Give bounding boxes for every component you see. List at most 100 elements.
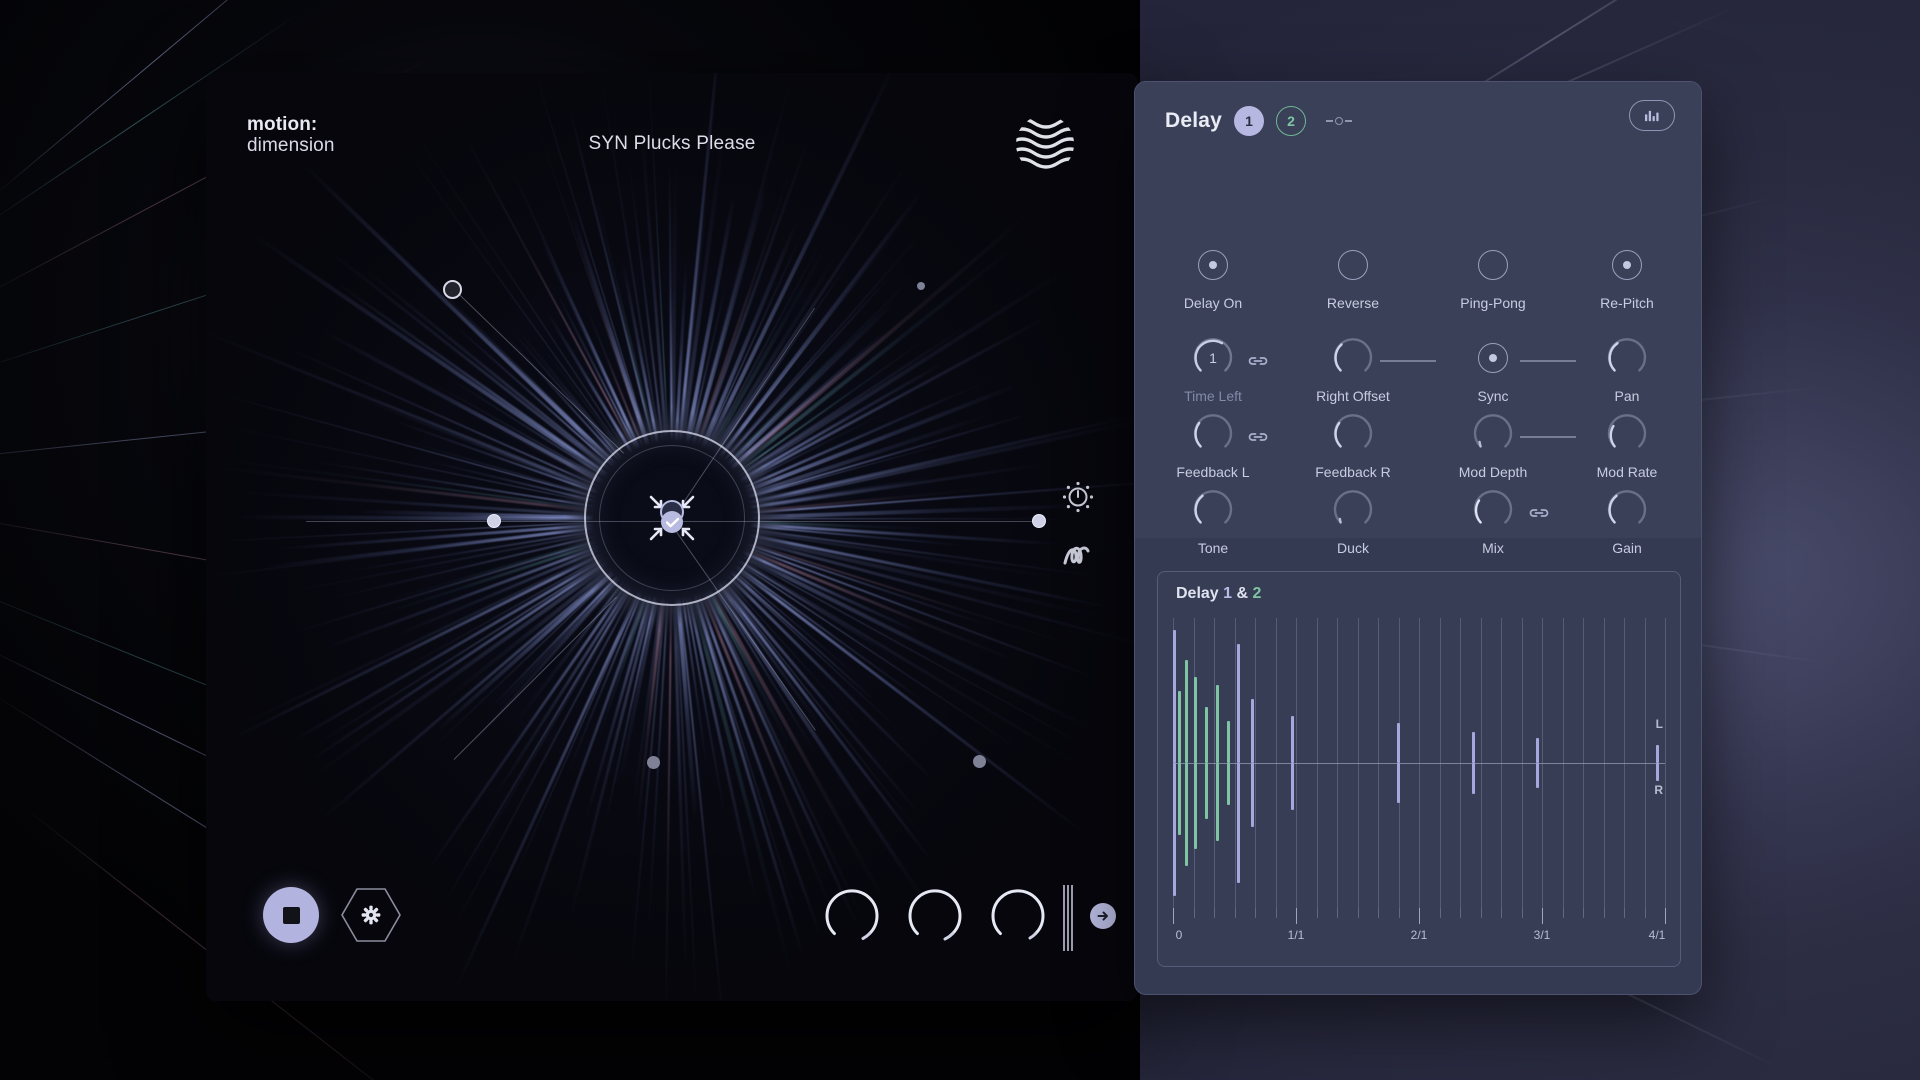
delay-panel: Delay 1 2 Delay On Reverse Ping-Pong Re-… <box>1134 81 1702 995</box>
link-feedback-icon[interactable] <box>1247 430 1267 444</box>
control-mix[interactable]: Mix <box>1433 487 1553 556</box>
plot-stem <box>1536 763 1539 788</box>
axis-tick-minor <box>1317 908 1318 918</box>
plot-stem <box>1397 763 1400 803</box>
axis-tick-major <box>1665 908 1666 924</box>
xy-node-bottom-left[interactable] <box>647 756 660 769</box>
plot-x-axis: 0 1/1 2/1 3/1 4/1 <box>1173 908 1665 948</box>
plot-stem <box>1216 685 1219 763</box>
xy-node-right[interactable] <box>1032 514 1046 528</box>
control-label: Mod Depth <box>1433 464 1553 480</box>
graph-title-amp: & <box>1232 585 1252 602</box>
graph-title-slot-1: 1 <box>1223 585 1232 602</box>
channel-label-left: L <box>1656 717 1663 731</box>
plot-stem <box>1173 630 1176 763</box>
control-re-pitch[interactable]: Re-Pitch <box>1567 242 1687 311</box>
analyzer-button[interactable] <box>1629 100 1675 131</box>
mod-rate-knob[interactable] <box>1567 411 1687 457</box>
delay-plot[interactable]: L R <box>1173 618 1665 908</box>
axis-tick-minor <box>1624 908 1625 918</box>
duck-knob[interactable] <box>1293 487 1413 533</box>
mod-depth-knob[interactable] <box>1433 411 1553 457</box>
plot-stem <box>1397 723 1400 763</box>
plot-stem <box>1656 763 1659 781</box>
control-label: Ping-Pong <box>1433 295 1553 311</box>
plot-stem <box>1656 745 1659 763</box>
control-mod-rate[interactable]: Mod Rate <box>1567 411 1687 480</box>
axis-tick-minor <box>1440 908 1441 918</box>
delay-on-toggle[interactable] <box>1153 242 1273 288</box>
control-reverse[interactable]: Reverse <box>1293 242 1413 311</box>
stop-button[interactable] <box>263 887 319 943</box>
plot-stem <box>1472 732 1475 763</box>
macro-knob-1[interactable] <box>821 885 883 947</box>
control-sync[interactable]: Sync <box>1433 335 1553 404</box>
control-delay-on[interactable]: Delay On <box>1153 242 1273 311</box>
delay-slot-2[interactable]: 2 <box>1276 106 1306 136</box>
re-pitch-toggle[interactable] <box>1567 242 1687 288</box>
control-feedback-l[interactable]: Feedback L <box>1153 411 1273 480</box>
control-feedback-r[interactable]: Feedback R <box>1293 411 1413 480</box>
bar-chart-icon <box>1643 109 1661 123</box>
node-link-3 <box>454 597 617 760</box>
pan-knob[interactable] <box>1567 335 1687 381</box>
timer-icon[interactable] <box>1060 478 1096 514</box>
plot-stem <box>1251 763 1254 827</box>
control-time-left[interactable]: 1 Time Left <box>1153 335 1273 404</box>
node-link-1 <box>451 286 624 453</box>
axis-tick-minor <box>1399 908 1400 918</box>
control-duck[interactable]: Duck <box>1293 487 1413 556</box>
plot-stem <box>1237 644 1240 764</box>
link-mix-gain-icon[interactable] <box>1528 506 1548 520</box>
squiggle-icon[interactable] <box>1060 537 1096 573</box>
section-divider <box>1063 885 1073 951</box>
next-button[interactable] <box>1090 903 1116 929</box>
control-gain[interactable]: Gain <box>1567 487 1687 556</box>
plot-gridline <box>1542 618 1543 908</box>
macro-knob-3[interactable] <box>987 885 1049 947</box>
plot-stem <box>1194 677 1197 763</box>
control-label: Delay On <box>1153 295 1273 311</box>
axis-tick-major <box>1542 908 1543 924</box>
control-right-offset[interactable]: Right Offset <box>1293 335 1413 404</box>
control-mod-depth[interactable]: Mod Depth <box>1433 411 1553 480</box>
graph-title-slot-2: 2 <box>1253 585 1262 602</box>
xy-node-bottom-right[interactable] <box>973 755 986 768</box>
control-label: Gain <box>1567 540 1687 556</box>
control-label: Time Left <box>1153 388 1273 404</box>
right-offset-knob[interactable] <box>1293 335 1413 381</box>
slot-link-icon[interactable] <box>1326 117 1352 125</box>
tone-knob[interactable] <box>1153 487 1273 533</box>
ping-pong-toggle[interactable] <box>1433 242 1553 288</box>
axis-tick-label: 2/1 <box>1411 928 1428 942</box>
xy-node-top-right[interactable] <box>917 282 925 290</box>
axis-tick-label: 0 <box>1176 928 1183 942</box>
feedback-r-knob[interactable] <box>1293 411 1413 457</box>
stop-square-icon <box>283 907 300 924</box>
control-ping-pong[interactable]: Ping-Pong <box>1433 242 1553 311</box>
axis-tick-minor <box>1481 908 1482 918</box>
delay-slot-1[interactable]: 1 <box>1234 106 1264 136</box>
settings-button[interactable] <box>340 887 402 943</box>
plot-stem <box>1227 721 1230 763</box>
xy-node-left[interactable] <box>487 514 501 528</box>
plot-stem <box>1185 763 1188 866</box>
macro-knob-2[interactable] <box>904 885 966 947</box>
link-time-icon[interactable] <box>1247 354 1267 368</box>
control-tone[interactable]: Tone <box>1153 487 1273 556</box>
axis-tick-minor <box>1460 908 1461 918</box>
sync-toggle[interactable] <box>1433 335 1553 381</box>
control-label: Re-Pitch <box>1567 295 1687 311</box>
plot-gridline <box>1501 618 1502 908</box>
xy-node-top-left[interactable] <box>443 280 462 299</box>
xy-motion-pad[interactable] <box>206 73 1138 1001</box>
checkmark-collapse-icon[interactable] <box>635 481 709 555</box>
control-label: Reverse <box>1293 295 1413 311</box>
plot-gridline <box>1481 618 1482 908</box>
control-pan[interactable]: Pan <box>1567 335 1687 404</box>
gain-knob[interactable] <box>1567 487 1687 533</box>
axis-tick-minor <box>1563 908 1564 918</box>
reverse-toggle[interactable] <box>1293 242 1413 288</box>
plot-gridline <box>1296 618 1297 908</box>
plot-stem <box>1178 691 1181 763</box>
